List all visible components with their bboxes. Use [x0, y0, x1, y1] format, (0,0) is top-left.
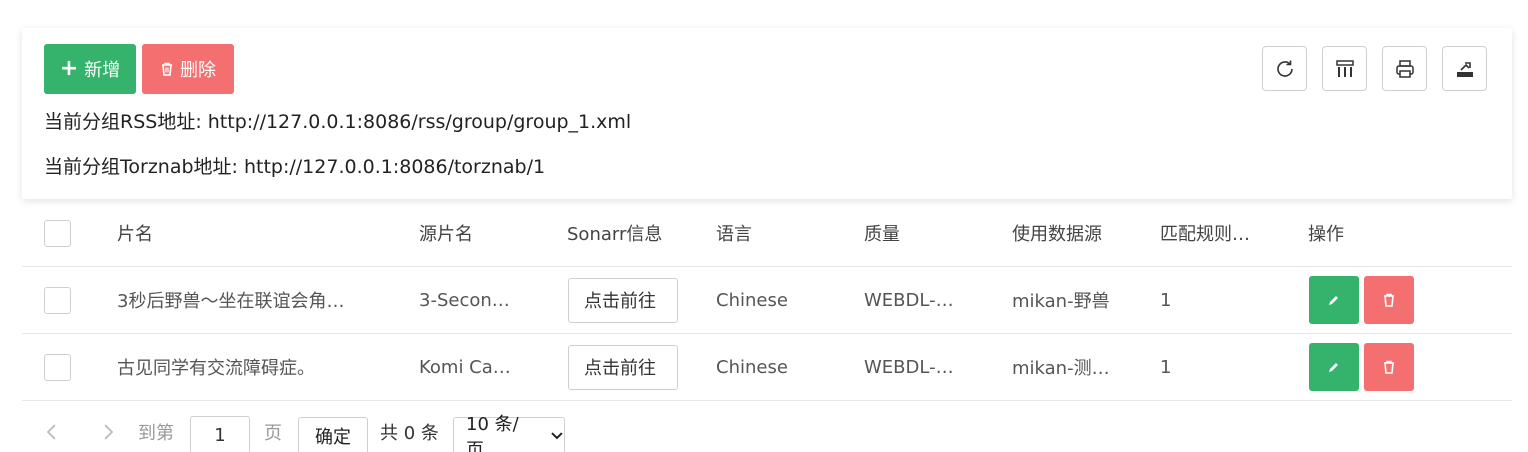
total-count: 共 0 条 — [380, 423, 439, 444]
row-datasource: mikan-测… — [1012, 358, 1110, 379]
header-source-title: 源片名 — [419, 224, 473, 245]
print-button[interactable] — [1382, 46, 1427, 91]
header-sonarr: Sonarr信息 — [567, 224, 663, 245]
export-icon — [1456, 61, 1473, 77]
row-rule: 1 — [1160, 289, 1172, 311]
pencil-icon — [1329, 296, 1338, 305]
trash-icon — [1384, 360, 1394, 374]
delete-button-label: 删除 — [180, 60, 216, 81]
export-button[interactable] — [1442, 46, 1487, 91]
table-header: 片名 源片名 Sonarr信息 语言 质量 使用数据源 匹配规则… 操作 — [22, 200, 1512, 267]
torznab-address: 当前分组Torznab地址: http://127.0.0.1:8086/tor… — [44, 156, 546, 178]
refresh-icon — [1276, 60, 1293, 77]
table-row: 3秒后野兽～坐在联谊会角… 3-Secon… 点击前往 Chinese WEBD… — [22, 267, 1512, 334]
header-datasource: 使用数据源 — [1012, 224, 1102, 245]
row-language: Chinese — [716, 289, 788, 311]
pagination: 到第 1 页 确定 共 0 条 10 条/页 — [22, 412, 722, 452]
pencil-icon — [1329, 363, 1338, 372]
plus-icon: + — [59, 56, 79, 81]
row-checkbox[interactable] — [44, 353, 71, 381]
delete-button[interactable]: 删除 — [142, 44, 234, 94]
row-delete-button[interactable] — [1364, 343, 1414, 391]
chevron-down-icon — [551, 432, 563, 440]
row-rule: 1 — [1160, 356, 1172, 378]
header-actions: 操作 — [1308, 224, 1344, 245]
chevron-right-icon — [104, 424, 114, 440]
print-icon — [1395, 59, 1414, 78]
row-quality: WEBDL-… — [864, 289, 954, 311]
columns-icon — [1335, 59, 1354, 77]
data-table: 片名 源片名 Sonarr信息 语言 质量 使用数据源 匹配规则… 操作 3秒后… — [22, 200, 1512, 401]
columns-button[interactable] — [1322, 46, 1367, 91]
rss-address: 当前分组RSS地址: http://127.0.0.1:8086/rss/gro… — [44, 111, 632, 133]
prev-page-button[interactable] — [44, 412, 60, 452]
add-button-label: 新增 — [84, 60, 121, 81]
row-title: 3秒后野兽～坐在联谊会角… — [117, 291, 345, 312]
page-number-input[interactable]: 1 — [190, 416, 250, 452]
header-title: 片名 — [117, 224, 153, 245]
refresh-button[interactable] — [1262, 46, 1307, 91]
header-language: 语言 — [716, 224, 752, 245]
trash-icon — [162, 62, 172, 76]
next-page-button[interactable] — [100, 412, 116, 452]
row-source-title: Komi Ca… — [419, 356, 511, 378]
edit-button[interactable] — [1309, 343, 1359, 391]
table-row: 古见同学有交流障碍症。 Komi Ca… 点击前往 Chinese WEBDL-… — [22, 334, 1512, 401]
sonarr-goto-button[interactable]: 点击前往 — [568, 277, 678, 323]
chevron-left-icon — [46, 424, 56, 440]
toolbar-card: + 新增 删除 当前分组RSS地址: http://127.0.0.1:8086… — [22, 28, 1512, 199]
header-rule: 匹配规则… — [1160, 224, 1250, 245]
select-all-checkbox[interactable] — [44, 219, 71, 247]
row-datasource: mikan-野兽 — [1012, 291, 1110, 312]
row-checkbox[interactable] — [44, 286, 71, 314]
row-quality: WEBDL-… — [864, 356, 954, 378]
goto-label: 到第 — [138, 423, 174, 444]
sonarr-goto-button[interactable]: 点击前往 — [568, 344, 678, 390]
page-size-value: 10 条/页 — [466, 414, 519, 452]
row-language: Chinese — [716, 356, 788, 378]
trash-icon — [1384, 293, 1394, 307]
row-source-title: 3-Secon… — [419, 289, 510, 311]
row-title: 古见同学有交流障碍症。 — [117, 358, 315, 379]
row-delete-button[interactable] — [1364, 276, 1414, 324]
page-size-select[interactable]: 10 条/页 — [453, 414, 565, 452]
edit-button[interactable] — [1309, 276, 1359, 324]
header-quality: 质量 — [864, 224, 900, 245]
confirm-button[interactable]: 确定 — [298, 417, 368, 452]
page-unit-label: 页 — [264, 423, 282, 444]
add-button[interactable]: + 新增 — [44, 44, 136, 94]
